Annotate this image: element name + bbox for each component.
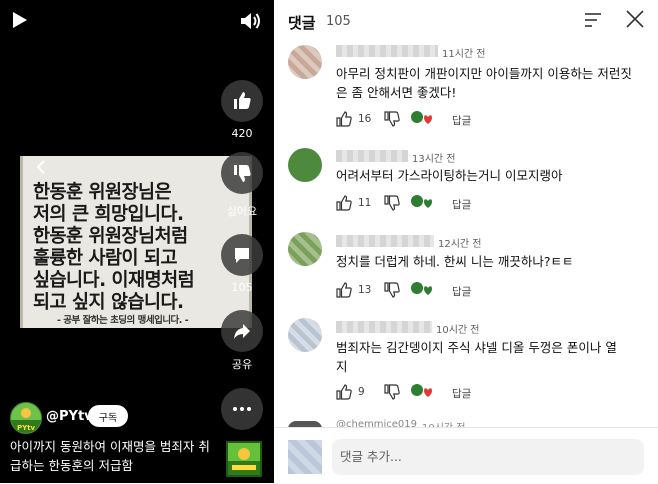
thumbs-up-icon: [234, 92, 251, 109]
channel-avatar[interactable]: PYtv: [10, 402, 42, 434]
comment-like-count: 9: [358, 386, 365, 398]
commenter-avatar[interactable]: [288, 232, 322, 266]
comment-count: 105: [231, 281, 253, 294]
creator-heart-icon: [411, 282, 432, 295]
shorts-player[interactable]: 한동훈 위원장님은 저의 큰 희망입니다. 한동훈 위원장님처럼 훌륭한 사람이…: [0, 0, 274, 483]
comment-time: 13시간 전: [412, 154, 456, 165]
reply-button[interactable]: 답글: [452, 284, 471, 299]
volume-icon[interactable]: [240, 11, 262, 31]
thumbs-down-icon[interactable]: [384, 384, 400, 400]
user-avatar: [288, 440, 322, 474]
video-frame: 한동훈 위원장님은 저의 큰 희망입니다. 한동훈 위원장님처럼 훌륭한 사람이…: [20, 156, 252, 328]
comments-panel: 댓글 105 11시간 전 아무리 정치판이 개판이지만 아이들까지 이용하는 …: [274, 0, 658, 484]
commenter-avatar[interactable]: [288, 45, 322, 79]
video-title: 아이까지 동원하여 이재명을 범죄자 취급하는 한동훈의 저급함: [10, 439, 210, 473]
comment-time: 10시간 전: [436, 325, 480, 336]
comment-text: 아무리 정치판이 개판이지만 아이들까지 이용하는 저런짓은 좀 안해서면 좋겠…: [336, 66, 632, 100]
reply-button[interactable]: 답글: [452, 113, 471, 128]
comment-like-count: 16: [358, 113, 372, 125]
comments-button[interactable]: [221, 234, 263, 276]
thumbs-down-icon[interactable]: [384, 111, 400, 127]
share-label: 공유: [231, 358, 253, 371]
svg-text:PYtv: PYtv: [17, 424, 36, 432]
like-button[interactable]: [221, 80, 263, 122]
share-button[interactable]: [221, 310, 263, 352]
comments-count: 105: [326, 14, 351, 29]
like-count: 420: [231, 127, 253, 140]
creator-heart-icon: [411, 195, 432, 208]
thumbs-down-icon[interactable]: [384, 282, 400, 298]
subscribe-button[interactable]: 구독: [88, 405, 128, 427]
more-button[interactable]: [221, 388, 263, 430]
sort-icon[interactable]: [584, 12, 602, 28]
thumbs-down-icon: [234, 165, 251, 182]
commenter-avatar[interactable]: [288, 148, 322, 182]
commenter-name-blurred[interactable]: [336, 45, 438, 57]
commenter-name-blurred[interactable]: [336, 321, 432, 333]
thumbs-down-icon[interactable]: [384, 195, 400, 211]
sound-logo: [228, 448, 260, 475]
add-comment-input[interactable]: 댓글 추가...: [332, 439, 644, 475]
comment-time: 11시간 전: [442, 49, 486, 60]
creator-heart-icon: [411, 111, 432, 124]
sign-footer: - 공부 잘하는 초딩의 맹세입니다. -: [57, 315, 189, 326]
sound-thumbnail[interactable]: [226, 441, 262, 477]
thumbs-up-icon[interactable]: [336, 195, 352, 211]
reply-button[interactable]: 답글: [452, 386, 471, 401]
comment-like-count: 13: [358, 284, 372, 296]
add-comment-bar: 댓글 추가...: [274, 427, 658, 484]
comment-text: 어려서부터 가스라이팅하는거니 이모지랭아: [336, 168, 563, 183]
comment-time: 12시간 전: [438, 239, 482, 250]
play-icon[interactable]: [12, 11, 28, 29]
comment-text: 범죄자는 김간뎅이지 주식 샤넬 디올 두껑은 폰이나 열지: [336, 340, 617, 374]
comment-text: 정치를 더럽게 하네. 한씨 니는 깨끗하나?ㅌㅌ: [336, 254, 574, 269]
thumbs-up-icon[interactable]: [336, 111, 352, 127]
channel-logo: PYtv: [11, 408, 41, 433]
commenter-name-blurred[interactable]: [336, 150, 408, 162]
commenter-avatar[interactable]: [288, 318, 322, 352]
commenter-name-blurred[interactable]: [336, 235, 434, 247]
comments-title: 댓글: [288, 14, 316, 32]
comment-icon: [235, 248, 249, 263]
dislike-button[interactable]: [221, 152, 263, 194]
more-dots-icon: [233, 407, 251, 411]
creator-heart-icon: [411, 384, 432, 397]
thumbs-up-icon[interactable]: [336, 384, 352, 400]
share-icon: [234, 324, 250, 339]
thumbs-up-icon[interactable]: [336, 282, 352, 298]
reply-button[interactable]: 답글: [452, 197, 471, 212]
close-icon[interactable]: [626, 10, 644, 28]
sign-line-6: 되고 싶지 않습니다.: [33, 292, 184, 313]
back-arrow-icon: [36, 160, 45, 174]
comment-like-count: 11: [358, 197, 372, 209]
dislike-label: 싫어요: [226, 205, 258, 218]
channel-name[interactable]: @PYtv: [46, 409, 93, 424]
